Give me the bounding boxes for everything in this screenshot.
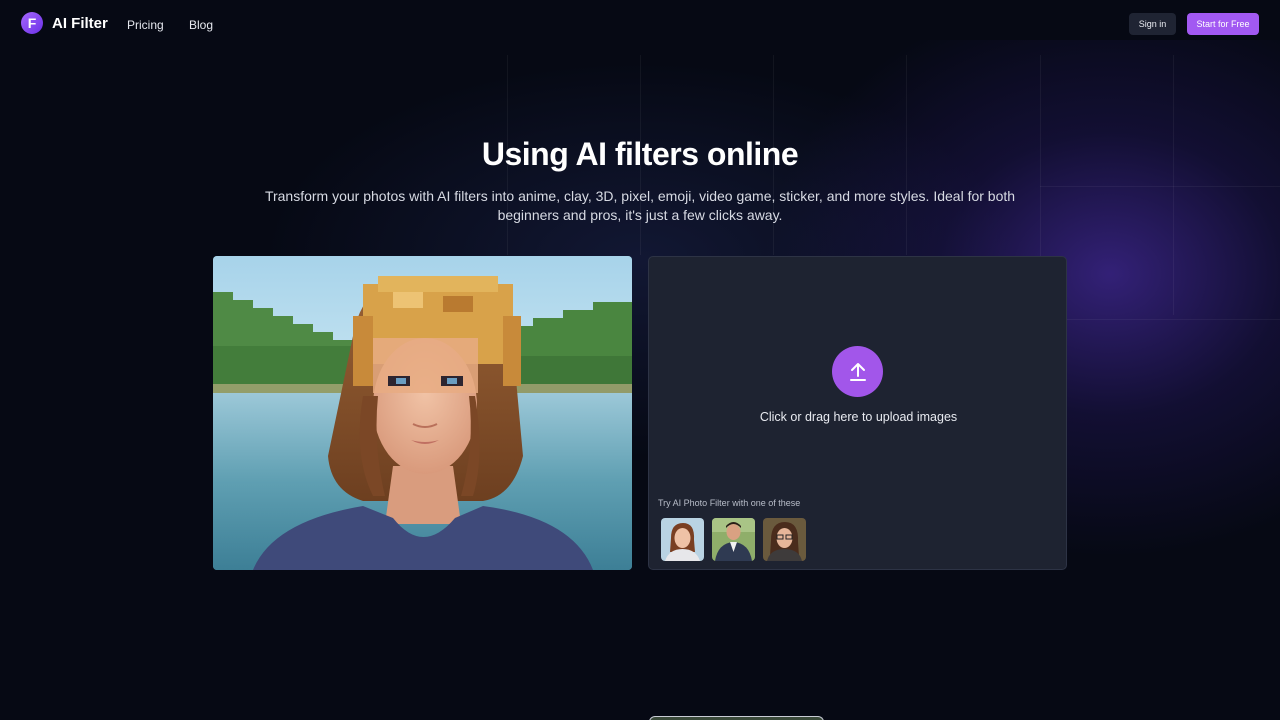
grid-line: [1040, 319, 1280, 320]
next-section-card-edge: [649, 716, 824, 720]
upload-arrow-icon[interactable]: [832, 346, 883, 397]
start-for-free-button[interactable]: Start for Free: [1187, 13, 1259, 35]
grid-line: [1173, 55, 1174, 315]
page: F AI Filter Pricing Blog Sign in Start f…: [0, 0, 1280, 720]
sample-thumbnail-woman-glasses[interactable]: [763, 518, 806, 561]
brand-name: AI Filter: [52, 14, 108, 32]
upload-instructions: Click or drag here to upload images: [759, 410, 958, 424]
logo-f-icon: F: [21, 12, 43, 34]
filter-preview-image: [213, 256, 632, 570]
grid-line: [1040, 186, 1280, 187]
sample-thumbnail-man-suit[interactable]: [712, 518, 755, 561]
sign-in-button[interactable]: Sign in: [1129, 13, 1176, 35]
hero-subtitle: Transform your photos with AI filters in…: [264, 188, 1016, 223]
brand-logo[interactable]: F AI Filter: [21, 12, 108, 34]
nav-link-pricing[interactable]: Pricing: [127, 18, 164, 32]
page-title: Using AI filters online: [481, 136, 799, 172]
sample-thumbnail-woman-portrait[interactable]: [661, 518, 704, 561]
top-navbar: F AI Filter Pricing Blog Sign in Start f…: [0, 0, 1280, 50]
samples-label: Try AI Photo Filter with one of these: [658, 498, 801, 508]
upload-dropzone[interactable]: Click or drag here to upload images Try …: [648, 256, 1067, 570]
nav-link-blog[interactable]: Blog: [189, 18, 213, 32]
